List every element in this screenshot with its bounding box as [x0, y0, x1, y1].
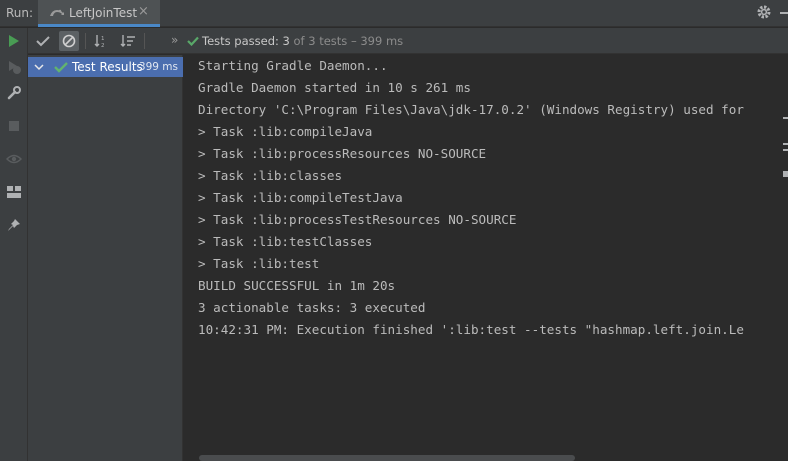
scroll-marker	[783, 117, 788, 119]
sort-duration-icon[interactable]	[118, 31, 138, 51]
console-line: > Task :lib:test	[198, 256, 320, 271]
console-line: > Task :lib:classes	[198, 168, 343, 183]
test-results-tree: Test Results 399 ms	[28, 55, 183, 461]
console-line: BUILD SUCCESSFUL in 1m 20s	[198, 278, 396, 293]
console-line: 10:42:31 PM: Execution finished ':lib:te…	[198, 322, 744, 337]
console-line: Gradle Daemon started in 10 s 261 ms	[198, 80, 471, 95]
tree-item-test-results[interactable]: Test Results 399 ms	[28, 57, 183, 77]
expand-toolbar-icon[interactable]: »	[171, 33, 178, 47]
eye-icon[interactable]	[4, 149, 24, 169]
run-label: Run:	[6, 6, 34, 20]
run-tab-leftjointest[interactable]: LeftJoinTest ×	[38, 0, 160, 27]
test-tree-toolbar: 1 2 » Tests passed: 3 of 3 tests – 399 m…	[28, 28, 788, 54]
tests-passed-text: Tests passed: 3	[202, 34, 290, 48]
toolbar-separator	[144, 33, 145, 49]
soft-wrap-icon[interactable]	[783, 143, 788, 145]
svg-text:2: 2	[101, 43, 105, 48]
console-line: > Task :lib:processTestResources NO-SOUR…	[198, 212, 517, 227]
console-line: > Task :lib:testClasses	[198, 234, 373, 249]
horizontal-scrollbar[interactable]	[199, 455, 575, 461]
sort-alpha-icon[interactable]: 1 2	[92, 31, 112, 51]
console-right-gutter	[774, 55, 788, 461]
console-line: > Task :lib:compileTestJava	[198, 190, 403, 205]
run-config-icon	[50, 9, 64, 16]
check-icon	[187, 36, 199, 47]
left-action-toolbar	[0, 28, 28, 461]
check-icon	[54, 62, 68, 73]
tests-total-text: of 3 tests – 399 ms	[289, 34, 404, 48]
tree-item-label: Test Results	[72, 60, 143, 74]
console-line: Starting Gradle Daemon...	[198, 58, 388, 73]
rerun-failed-icon[interactable]	[4, 57, 24, 77]
scroll-to-end-icon[interactable]	[783, 171, 788, 177]
console-line: > Task :lib:compileJava	[198, 124, 373, 139]
test-status-summary: Tests passed: 3 of 3 tests – 399 ms	[187, 34, 403, 48]
run-tool-window-header: Run: LeftJoinTest ×	[0, 0, 788, 27]
chevron-down-icon[interactable]	[34, 62, 44, 72]
console-line: Directory 'C:\Program Files\Java\jdk-17.…	[198, 102, 744, 117]
stop-icon[interactable]	[4, 116, 24, 136]
close-icon[interactable]: ×	[138, 4, 149, 19]
console-line: 3 actionable tasks: 3 executed	[198, 300, 426, 315]
svg-text:1: 1	[101, 36, 105, 42]
gear-icon[interactable]	[756, 4, 776, 22]
run-tab-title: LeftJoinTest	[69, 6, 138, 20]
toolbar-separator	[85, 33, 86, 49]
console-output[interactable]: Starting Gradle Daemon... Gradle Daemon s…	[184, 55, 774, 461]
tree-item-duration: 399 ms	[138, 61, 178, 73]
soft-wrap-icon-line	[783, 149, 788, 151]
console-line: > Task :lib:processResources NO-SOURCE	[198, 146, 487, 161]
layout-icon[interactable]	[4, 182, 24, 202]
pin-icon[interactable]	[4, 215, 24, 235]
show-passed-icon[interactable]	[33, 31, 53, 51]
rerun-icon[interactable]	[4, 31, 24, 51]
show-ignored-icon[interactable]	[59, 31, 79, 51]
minimize-icon[interactable]	[780, 12, 788, 14]
wrench-icon[interactable]	[4, 83, 24, 103]
